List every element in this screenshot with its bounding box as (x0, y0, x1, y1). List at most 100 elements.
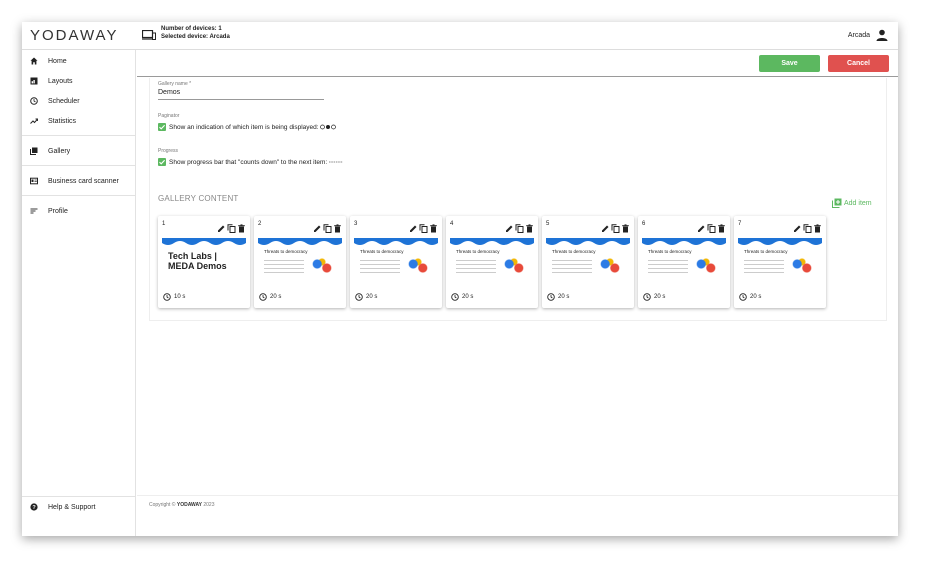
duration-value: 20 s (366, 294, 378, 300)
gallery-item-tools (697, 220, 726, 233)
gallery-item-number: 4 (450, 221, 454, 227)
gallery-name-label: Gallery name * (158, 81, 192, 87)
paginator-checkbox[interactable] (158, 123, 166, 131)
gallery-item-duration: 20 s (355, 293, 377, 301)
sidebar-divider (22, 165, 136, 166)
gallery-item-thumbnail: Threats to democracy (738, 238, 822, 282)
app-logo[interactable]: YODAWAY (30, 27, 118, 44)
gallery-item-card[interactable]: 6 Threats to democracy 20 s (638, 216, 730, 308)
gallery-item-card[interactable]: 4 Threats to democracy 20 s (446, 216, 538, 308)
check-icon (159, 159, 165, 165)
wave-banner-icon (738, 238, 822, 245)
sidebar-item-profile[interactable]: Profile (22, 202, 136, 220)
thumbnail-graphic (502, 256, 526, 276)
duplicate-icon[interactable] (803, 220, 812, 233)
sidebar-item-statistics[interactable]: Statistics (22, 112, 136, 130)
delete-icon[interactable] (333, 220, 342, 233)
sidebar-item-scheduler[interactable]: Scheduler (22, 92, 136, 110)
duplicate-icon[interactable] (227, 220, 236, 233)
sidebar-item-layouts[interactable]: Layouts (22, 72, 136, 90)
gallery-item-card[interactable]: 1 Tech Labs | MEDA Demos 10 s (158, 216, 250, 308)
delete-icon[interactable] (237, 220, 246, 233)
add-photo-icon (832, 198, 842, 208)
edit-icon[interactable] (313, 220, 322, 232)
progress-bar-icon (328, 161, 343, 163)
delete-icon[interactable] (429, 220, 438, 233)
delete-icon[interactable] (717, 220, 726, 233)
duration-value: 20 s (462, 294, 474, 300)
footer-divider (137, 495, 898, 496)
edit-icon[interactable] (505, 220, 514, 232)
sidebar-item-gallery[interactable]: Gallery (22, 142, 136, 160)
check-icon (159, 124, 165, 130)
gallery-item-duration: 10 s (163, 293, 185, 301)
duplicate-icon[interactable] (419, 220, 428, 233)
clock-icon (30, 97, 38, 105)
add-item-label: Add item (844, 199, 872, 207)
paginator-dots-icon (320, 124, 337, 130)
thumbnail-graphic (406, 256, 430, 276)
top-bar: YODAWAY Number of devices: 1 Selected de… (22, 22, 898, 50)
clock-icon (643, 293, 651, 301)
gallery-item-card[interactable]: 5 Threats to democracy 20 s (542, 216, 634, 308)
sidebar-item-label: Gallery (48, 147, 71, 155)
paginator-text: Show an indication of which item is bein… (169, 124, 337, 131)
thumbnail-title: Threats to democracy (456, 249, 500, 254)
edit-icon[interactable] (601, 220, 610, 232)
action-bar: Save Cancel (137, 50, 898, 77)
thumbnail-text-lines (360, 260, 400, 276)
copyright-year: 2023 (203, 502, 215, 508)
user-name[interactable]: Arcada (848, 32, 870, 39)
trending-icon (30, 118, 38, 124)
save-button[interactable]: Save (759, 55, 820, 72)
sidebar-item-label: Business card scanner (48, 177, 119, 185)
edit-icon[interactable] (409, 220, 418, 232)
paginator-label: Paginator (158, 113, 180, 119)
layouts-icon (30, 77, 38, 85)
duration-value: 20 s (654, 294, 666, 300)
sidebar-item-home[interactable]: Home (22, 52, 136, 70)
sidebar-divider (22, 135, 136, 136)
edit-icon[interactable] (793, 220, 802, 232)
clock-icon (163, 293, 171, 301)
duplicate-icon[interactable] (707, 220, 716, 233)
edit-icon[interactable] (217, 220, 226, 232)
gallery-name-underline (158, 99, 324, 100)
progress-text: Show progress bar that "counts down" to … (169, 159, 343, 166)
user-icon[interactable] (876, 29, 888, 41)
gallery-item-card[interactable]: 7 Threats to democracy 20 s (734, 216, 826, 308)
gallery-name-input[interactable]: Demos (158, 89, 180, 96)
sidebar-item-label: Profile (48, 207, 68, 215)
sidebar-item-business-card-scanner[interactable]: Business card scanner (22, 172, 136, 190)
delete-icon[interactable] (813, 220, 822, 233)
devices-icon (142, 30, 156, 40)
help-support-link[interactable]: ? Help & Support (22, 498, 136, 516)
copyright-prefix: Copyright © (149, 502, 176, 508)
copyright-brand: YODAWAY (176, 502, 202, 508)
gallery-item-thumbnail: Threats to democracy (450, 238, 534, 282)
gallery-item-number: 7 (738, 221, 742, 227)
thumbnail-graphic (790, 256, 814, 276)
duplicate-icon[interactable] (323, 220, 332, 233)
gallery-item-card[interactable]: 3 Threats to democracy 20 s (350, 216, 442, 308)
selected-device: Selected device: Arcada (161, 34, 230, 40)
delete-icon[interactable] (621, 220, 630, 233)
sidebar-divider (22, 496, 136, 497)
thumbnail-graphic (310, 256, 334, 276)
progress-checkbox[interactable] (158, 158, 166, 166)
gallery-item-thumbnail: Threats to democracy (546, 238, 630, 282)
duplicate-icon[interactable] (515, 220, 524, 233)
cancel-button[interactable]: Cancel (828, 55, 889, 72)
delete-icon[interactable] (525, 220, 534, 233)
gallery-item-card[interactable]: 2 Threats to democracy 20 s (254, 216, 346, 308)
footer: Copyright © YODAWAY 2023 (149, 502, 215, 508)
add-item-button[interactable]: Add item (832, 198, 872, 208)
edit-icon[interactable] (697, 220, 706, 232)
gallery-item-number: 5 (546, 221, 550, 227)
gallery-item-tools (409, 220, 438, 233)
device-info[interactable]: Number of devices: 1 Selected device: Ar… (161, 25, 230, 41)
sidebar-item-label: Scheduler (48, 97, 80, 105)
duplicate-icon[interactable] (611, 220, 620, 233)
duration-value: 20 s (270, 294, 282, 300)
gallery-icon (30, 147, 38, 155)
